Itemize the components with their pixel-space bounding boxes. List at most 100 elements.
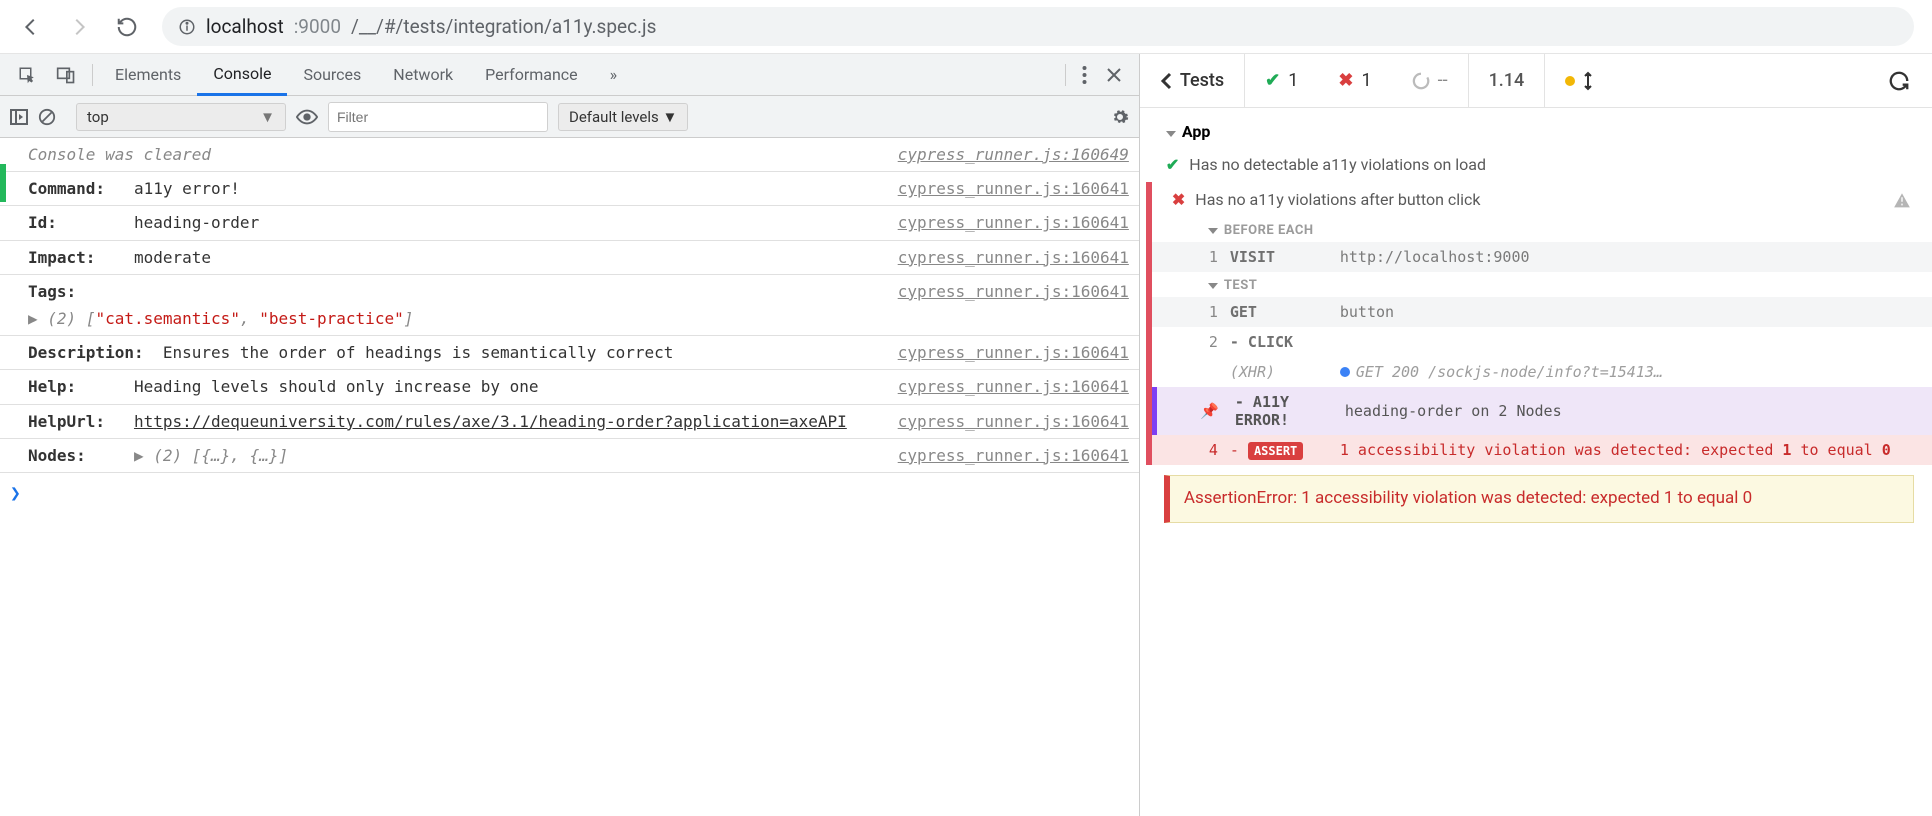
cmd-msg: button xyxy=(1340,303,1916,321)
pin-icon: 📌 xyxy=(1199,402,1231,420)
cmd-visit[interactable]: 1 VISIT http://localhost:9000 xyxy=(1152,242,1932,272)
source-link[interactable]: cypress_runner.js:160641 xyxy=(888,175,1129,202)
reload-icon xyxy=(1888,70,1910,92)
inspect-icon[interactable] xyxy=(8,58,46,92)
tabs-overflow[interactable]: » xyxy=(594,55,634,94)
source-link[interactable]: cypress_runner.js:160641 xyxy=(888,209,1129,236)
chevron-left-icon xyxy=(1160,72,1172,90)
sidebar-toggle-icon[interactable] xyxy=(10,109,28,125)
devtools-tabs: Elements Console Sources Network Perform… xyxy=(0,54,1139,96)
cmd-xhr[interactable]: (XHR) GET 200 /sockjs-node/info?t=15413… xyxy=(1152,357,1932,387)
cmd-assert[interactable]: 4 - ASSERT 1 accessibility violation was… xyxy=(1152,435,1932,465)
cmd-index: 1 xyxy=(1194,303,1230,321)
pending-count-value: -- xyxy=(1438,70,1448,91)
cmd-name: (XHR) xyxy=(1230,363,1340,381)
tab-performance[interactable]: Performance xyxy=(469,55,594,94)
tab-sources[interactable]: Sources xyxy=(287,55,377,94)
tab-elements[interactable]: Elements xyxy=(99,55,197,94)
check-icon: ✔ xyxy=(1265,70,1280,91)
warning-icon xyxy=(1892,191,1912,209)
clear-icon[interactable] xyxy=(38,108,56,126)
resize-icon xyxy=(1583,71,1593,91)
eye-icon[interactable] xyxy=(296,109,318,125)
console-row-tags: Tags: ▶ (2) ["cat.semantics", "best-prac… xyxy=(0,275,1139,336)
key: Id: xyxy=(28,213,57,232)
source-link[interactable]: cypress_runner.js:160641 xyxy=(888,339,1129,366)
console-prompt[interactable]: ❯ xyxy=(0,473,1139,516)
test-title: Has no a11y violations after button clic… xyxy=(1195,190,1480,209)
test-fail-block: ✖ Has no a11y violations after button cl… xyxy=(1146,182,1932,465)
status-dot-icon xyxy=(1565,76,1575,86)
url-bar[interactable]: localhost:9000/__/#/tests/integration/a1… xyxy=(162,7,1914,46)
tests-back-label: Tests xyxy=(1180,70,1224,91)
xhr-text: GET 200 /sockjs-node/info?t=15413… xyxy=(1356,363,1663,381)
kebab-icon[interactable] xyxy=(1072,58,1097,92)
value: heading-order xyxy=(134,213,259,232)
viewport-scale[interactable] xyxy=(1545,54,1613,107)
assertion-error-panel: AssertionError: 1 accessibility violatio… xyxy=(1164,475,1914,523)
array-len[interactable]: (2) xyxy=(47,309,76,328)
section-label: TEST xyxy=(1224,278,1257,293)
test-fail[interactable]: ✖ Has no a11y violations after button cl… xyxy=(1152,182,1932,217)
source-link[interactable]: cypress_runner.js:160649 xyxy=(888,141,1129,168)
cross-icon: ✖ xyxy=(1338,70,1353,91)
devtools-pane: Elements Console Sources Network Perform… xyxy=(0,54,1140,816)
bracket: ] xyxy=(404,309,414,328)
device-icon[interactable] xyxy=(46,58,86,92)
dash: - xyxy=(1230,441,1248,459)
assertion-error-text: AssertionError: 1 accessibility violatio… xyxy=(1184,488,1752,508)
key: Tags: xyxy=(28,282,76,301)
source-link[interactable]: cypress_runner.js:160641 xyxy=(888,442,1129,469)
filter-input[interactable] xyxy=(328,102,548,132)
value: a11y error! xyxy=(134,179,240,198)
forward-icon xyxy=(66,14,92,40)
bracket: [ xyxy=(86,309,96,328)
cmd-name: - CLICK xyxy=(1230,333,1916,351)
test-title: Has no detectable a11y violations on loa… xyxy=(1189,155,1486,174)
close-icon[interactable] xyxy=(1097,60,1131,90)
levels-dropdown[interactable]: Default levels ▼ xyxy=(558,103,688,131)
gear-icon[interactable] xyxy=(1111,108,1129,126)
tab-console[interactable]: Console xyxy=(197,54,287,96)
reload-icon[interactable] xyxy=(114,14,140,40)
source-link[interactable]: cypress_runner.js:160641 xyxy=(888,278,1129,305)
cmd-index: 4 xyxy=(1194,441,1230,459)
console-output: Console was cleared cypress_runner.js:16… xyxy=(0,138,1139,515)
context-selector[interactable]: top ▼ xyxy=(76,103,286,131)
cmd-a11y-error[interactable]: 📌 - A11Y ERROR! heading-order on 2 Nodes xyxy=(1152,387,1932,435)
assert-badge: ASSERT xyxy=(1248,442,1303,460)
cypress-pane: Tests ✔ 1 ✖ 1 -- 1.14 xyxy=(1140,54,1932,816)
spinner-icon xyxy=(1412,72,1430,90)
cmd-name: - ASSERT xyxy=(1230,441,1340,459)
url-port: :9000 xyxy=(294,15,341,38)
key: Impact: xyxy=(28,248,95,267)
source-link[interactable]: cypress_runner.js:160641 xyxy=(888,244,1129,271)
suite-name[interactable]: App xyxy=(1146,116,1932,147)
source-link[interactable]: cypress_runner.js:160641 xyxy=(888,373,1129,400)
help-link[interactable]: https://dequeuniversity.com/rules/axe/3.… xyxy=(134,412,847,431)
key: Command: xyxy=(28,179,105,198)
cmd-get[interactable]: 1 GET button xyxy=(1152,297,1932,327)
cmd-index: 2 xyxy=(1194,333,1230,351)
source-link[interactable]: cypress_runner.js:160641 xyxy=(888,408,1129,435)
cmd-click[interactable]: 2 - CLICK xyxy=(1152,327,1932,357)
console-cleared: Console was cleared cypress_runner.js:16… xyxy=(0,138,1139,172)
console-row-description: Description: Ensures the order of headin… xyxy=(0,336,1139,370)
fail-count: ✖ 1 xyxy=(1318,54,1391,107)
pass-count: ✔ 1 xyxy=(1245,54,1318,107)
test-pass[interactable]: ✔ Has no detectable a11y violations on l… xyxy=(1146,147,1932,182)
levels-dropdown-label: Default levels ▼ xyxy=(569,108,677,126)
separator xyxy=(92,64,93,86)
tests-back-button[interactable]: Tests xyxy=(1140,54,1245,107)
value: Heading levels should only increase by o… xyxy=(134,377,539,396)
url-host: localhost xyxy=(206,15,284,38)
tab-network[interactable]: Network xyxy=(377,55,469,94)
restart-button[interactable] xyxy=(1866,70,1932,92)
back-icon[interactable] xyxy=(18,14,44,40)
t: 0 xyxy=(1882,441,1891,459)
value[interactable]: (2) [{…}, {…}] xyxy=(153,446,288,465)
cmd-index: 1 xyxy=(1194,248,1230,266)
key: HelpUrl: xyxy=(28,412,105,431)
caret-down-icon xyxy=(1208,228,1218,234)
console-row-helpurl: HelpUrl: https://dequeuniversity.com/rul… xyxy=(0,405,1139,439)
